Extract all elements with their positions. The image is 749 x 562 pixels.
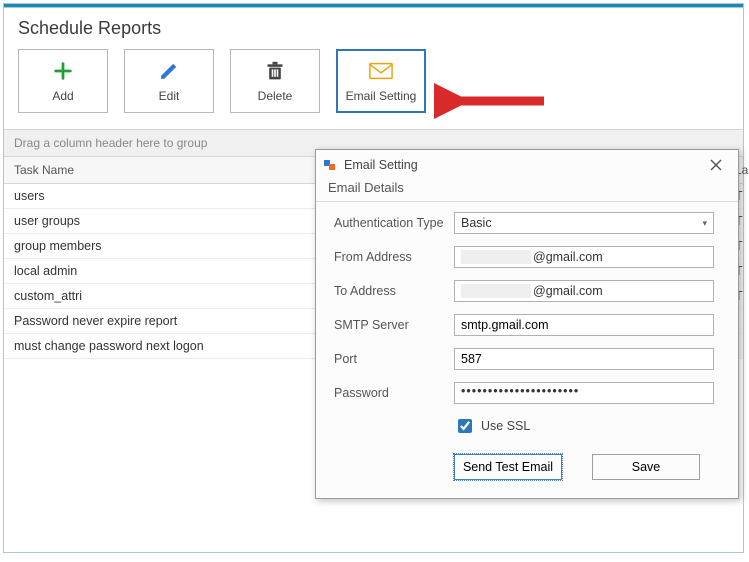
smtp-server-label: SMTP Server — [334, 318, 454, 332]
redacted-text — [461, 284, 531, 298]
from-address-suffix: @gmail.com — [533, 250, 603, 264]
envelope-icon — [369, 59, 393, 83]
close-icon — [710, 159, 722, 171]
from-address-label: From Address — [334, 250, 454, 264]
pencil-icon — [157, 59, 181, 83]
app-icon — [324, 158, 338, 172]
use-ssl-label: Use SSL — [481, 419, 530, 433]
port-input[interactable] — [454, 348, 714, 370]
chevron-down-icon: ▾ — [702, 218, 707, 229]
auth-type-label: Authentication Type — [334, 216, 454, 230]
to-address-suffix: @gmail.com — [533, 284, 603, 298]
add-label: Add — [52, 89, 73, 103]
delete-button[interactable]: Delete — [230, 49, 320, 113]
use-ssl-checkbox[interactable] — [458, 419, 472, 433]
dialog-title: Email Setting — [344, 158, 418, 172]
edit-label: Edit — [159, 89, 180, 103]
toolbar: Add Edit Delete — [4, 45, 743, 129]
password-input[interactable]: •••••••••••••••••••••• — [454, 382, 714, 404]
add-button[interactable]: Add — [18, 49, 108, 113]
redacted-text — [461, 250, 531, 264]
trash-icon — [263, 59, 287, 83]
from-address-input[interactable]: @gmail.com — [454, 246, 714, 268]
password-label: Password — [334, 386, 454, 400]
edit-button[interactable]: Edit — [124, 49, 214, 113]
auth-type-value: Basic — [461, 216, 492, 230]
port-label: Port — [334, 352, 454, 366]
smtp-server-input[interactable] — [454, 314, 714, 336]
email-setting-button[interactable]: Email Setting — [336, 49, 426, 113]
plus-icon — [51, 59, 75, 83]
page-title: Schedule Reports — [4, 8, 743, 45]
close-button[interactable] — [704, 156, 728, 174]
to-address-label: To Address — [334, 284, 454, 298]
auth-type-select[interactable]: Basic ▾ — [454, 212, 714, 234]
dialog-section-label: Email Details — [316, 178, 738, 201]
email-setting-dialog: Email Setting Email Details Authenticati… — [315, 149, 739, 499]
to-address-input[interactable]: @gmail.com — [454, 280, 714, 302]
send-test-email-button[interactable]: Send Test Email — [454, 454, 562, 480]
email-setting-label: Email Setting — [346, 89, 417, 103]
delete-label: Delete — [258, 89, 293, 103]
save-button[interactable]: Save — [592, 454, 700, 480]
